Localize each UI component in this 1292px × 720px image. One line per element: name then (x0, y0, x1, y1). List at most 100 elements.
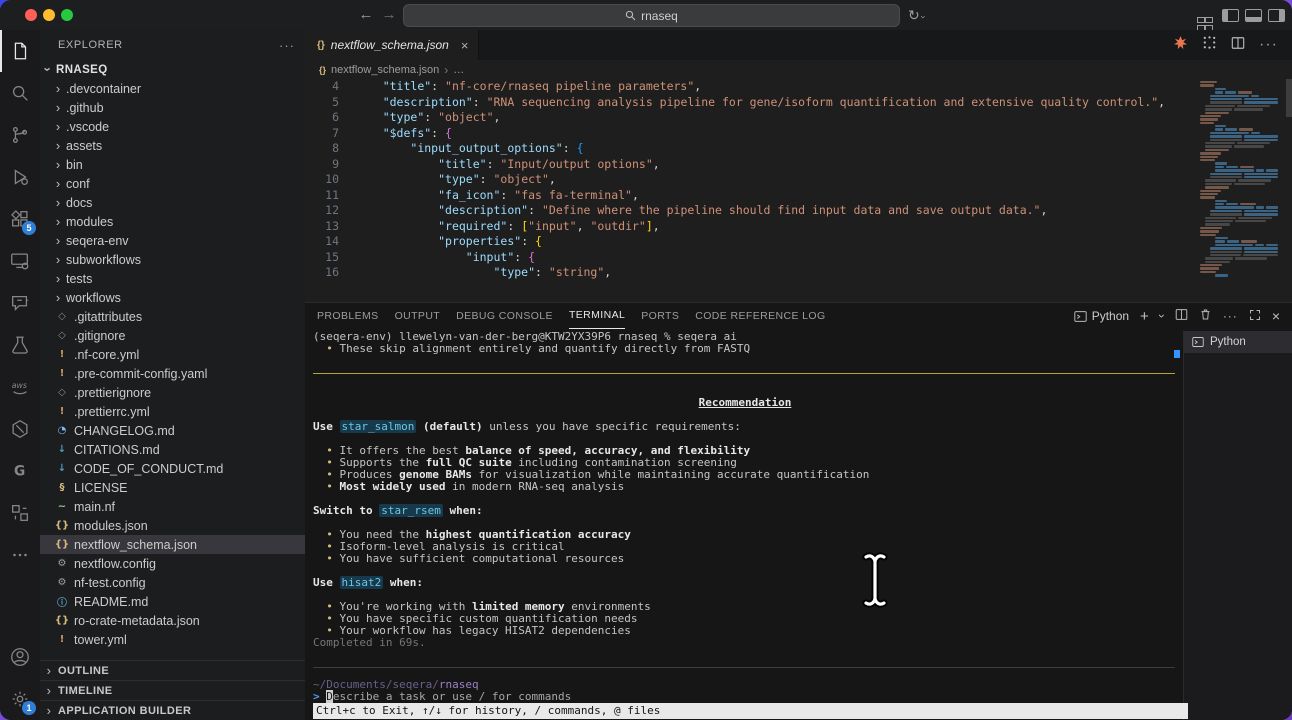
editor-more-actions-icon[interactable]: ··· (1259, 36, 1278, 54)
activity-source-control-icon[interactable] (0, 114, 40, 156)
tree-folder-.github[interactable]: ›.github (40, 98, 305, 117)
code-line-13[interactable]: 13 "required": ["input", "outdir"], (305, 219, 1292, 235)
tree-file-CHANGELOG.md[interactable]: ◔CHANGELOG.md (40, 421, 305, 440)
toggle-right-sidebar-icon[interactable] (1268, 9, 1285, 27)
tree-file-tower.yml[interactable]: !tower.yml (40, 630, 305, 649)
command-center-search[interactable]: rnaseq (403, 4, 900, 27)
activity-testing-icon[interactable] (0, 324, 40, 366)
sidebar-section-application-builder[interactable]: ›APPLICATION BUILDER (40, 700, 305, 720)
code-line-15[interactable]: 15 "input": { (305, 250, 1292, 266)
tree-file-nf-test.config[interactable]: ⚙nf-test.config (40, 573, 305, 592)
tree-folder-docs[interactable]: ›docs (40, 193, 305, 212)
maximize-panel-icon[interactable] (1249, 309, 1261, 324)
tree-file-main.nf[interactable]: ~main.nf (40, 497, 305, 516)
toggle-bottom-panel-icon[interactable] (1245, 9, 1262, 27)
close-panel-icon[interactable]: × (1272, 308, 1280, 324)
activity-gitlens-icon[interactable]: G (0, 450, 40, 492)
tree-file-.nf-core.yml[interactable]: !.nf-core.yml (40, 345, 305, 364)
panel-tab-code-reference-log[interactable]: CODE REFERENCE LOG (695, 304, 825, 329)
history-forward-button[interactable]: → (378, 4, 400, 26)
code-line-8[interactable]: 8 "input_output_options": { (305, 141, 1292, 157)
code-line-6[interactable]: 6 "type": "object", (305, 110, 1292, 126)
toggle-left-sidebar-icon[interactable] (1222, 9, 1239, 27)
breadcrumb[interactable]: {} nextflow_schema.json › … (305, 60, 1292, 79)
reload-window-icon[interactable]: ↻› (908, 7, 925, 24)
tab-nextflow-schema[interactable]: {} nextflow_schema.json × (305, 30, 479, 60)
code-line-9[interactable]: 9 "title": "Input/output options", (305, 157, 1292, 173)
tree-folder-bin[interactable]: ›bin (40, 155, 305, 174)
tree-file-CITATIONS.md[interactable]: ↓CITATIONS.md (40, 440, 305, 459)
tree-folder-subworkflows[interactable]: ›subworkflows (40, 250, 305, 269)
tree-folder-assets[interactable]: ›assets (40, 136, 305, 155)
new-terminal-icon[interactable]: + (1140, 308, 1149, 325)
prettier-format-icon[interactable] (1173, 35, 1188, 55)
code-line-5[interactable]: 5 "description": "RNA sequencing analysi… (305, 95, 1292, 111)
tree-file-.prettierrc.yml[interactable]: !.prettierrc.yml (40, 402, 305, 421)
panel-tab-debug-console[interactable]: DEBUG CONSOLE (456, 304, 553, 329)
activity-hexagon-tool-icon[interactable] (0, 408, 40, 450)
tree-file-.gitignore[interactable]: ◇.gitignore (40, 326, 305, 345)
tree-file-ro-crate-metadata.json[interactable]: {}ro-crate-metadata.json (40, 611, 305, 630)
tree-file-CODE_OF_CONDUCT.md[interactable]: ↓CODE_OF_CONDUCT.md (40, 459, 305, 478)
terminal-dropdown-chevron-icon[interactable]: › (1155, 314, 1169, 318)
tab-close-icon[interactable]: × (461, 38, 469, 53)
terminal-prompt-input[interactable]: > Describe a task or use / for commands (313, 691, 1177, 703)
activity-settings-icon[interactable]: 1 (0, 678, 40, 720)
tree-folder-.vscode[interactable]: ›.vscode (40, 117, 305, 136)
activity-search-icon[interactable] (0, 72, 40, 114)
split-terminal-icon[interactable] (1175, 308, 1188, 324)
tree-file-nextflow_schema.json[interactable]: {}nextflow_schema.json (40, 535, 305, 554)
tree-root-rnaseq[interactable]: ›RNASEQ (40, 60, 305, 79)
traffic-light-minimize[interactable] (43, 9, 55, 21)
activity-remote-explorer-icon[interactable] (0, 240, 40, 282)
tree-file-README.md[interactable]: ⓘREADME.md (40, 592, 305, 611)
activity-explorer-icon[interactable] (0, 30, 40, 72)
explorer-more-actions-icon[interactable]: ··· (279, 38, 295, 53)
tree-file-.pre-commit-config.yaml[interactable]: !.pre-commit-config.yaml (40, 364, 305, 383)
activity-account-icon[interactable] (0, 636, 40, 678)
sidebar-section-outline[interactable]: ›OUTLINE (40, 660, 305, 680)
terminal-output[interactable]: (seqera-env) llewelyn-van-der-berg@KTW2Y… (313, 331, 1177, 704)
activity-chat-icon[interactable] (0, 282, 40, 324)
terminal-list-item-python[interactable]: Python (1184, 331, 1292, 353)
tree-file-modules.json[interactable]: {}modules.json (40, 516, 305, 535)
code-editor[interactable]: 4 "title": "nf-core/rnaseq pipeline para… (305, 79, 1292, 302)
sidebar-section-timeline[interactable]: ›TIMELINE (40, 680, 305, 700)
tree-folder-tests[interactable]: ›tests (40, 269, 305, 288)
code-line-4[interactable]: 4 "title": "nf-core/rnaseq pipeline para… (305, 79, 1292, 95)
panel-tab-ports[interactable]: PORTS (641, 304, 679, 329)
traffic-light-zoom[interactable] (61, 9, 73, 21)
run-schema-icon[interactable] (1202, 35, 1217, 55)
tree-folder-modules[interactable]: ›modules (40, 212, 305, 231)
kill-terminal-icon[interactable] (1199, 308, 1212, 324)
tree-file-.gitattributes[interactable]: ◇.gitattributes (40, 307, 305, 326)
traffic-light-close[interactable] (25, 9, 37, 21)
history-back-button[interactable]: ← (355, 4, 377, 26)
panel-tab-output[interactable]: OUTPUT (395, 304, 441, 329)
tree-folder-seqera-env[interactable]: ›seqera-env (40, 231, 305, 250)
panel-tab-terminal[interactable]: TERMINAL (569, 303, 625, 329)
minimap[interactable] (1196, 81, 1278, 302)
activity-more-icon[interactable] (0, 534, 40, 576)
layout-grid-icon[interactable] (1197, 10, 1211, 31)
editor-scrollbar-thumb[interactable] (1286, 79, 1292, 117)
activity-aws-icon[interactable]: aws (0, 366, 40, 408)
code-line-11[interactable]: 11 "fa_icon": "fas fa-terminal", (305, 188, 1292, 204)
tree-folder-workflows[interactable]: ›workflows (40, 288, 305, 307)
code-line-16[interactable]: 16 "type": "string", (305, 265, 1292, 281)
tree-folder-conf[interactable]: ›conf (40, 174, 305, 193)
tree-file-nextflow.config[interactable]: ⚙nextflow.config (40, 554, 305, 573)
activity-extensions-icon[interactable]: 5 (0, 198, 40, 240)
code-line-14[interactable]: 14 "properties": { (305, 234, 1292, 250)
tree-file-.prettierignore[interactable]: ◇.prettierignore (40, 383, 305, 402)
panel-tab-problems[interactable]: PROBLEMS (317, 304, 379, 329)
tree-file-LICENSE[interactable]: §LICENSE (40, 478, 305, 497)
activity-snippets-icon[interactable] (0, 492, 40, 534)
split-editor-icon[interactable] (1231, 36, 1245, 55)
tree-folder-.devcontainer[interactable]: ›.devcontainer (40, 79, 305, 98)
code-line-12[interactable]: 12 "description": "Define where the pipe… (305, 203, 1292, 219)
panel-more-actions-icon[interactable]: ··· (1223, 309, 1238, 323)
code-line-10[interactable]: 10 "type": "object", (305, 172, 1292, 188)
activity-run-debug-icon[interactable] (0, 156, 40, 198)
code-line-7[interactable]: 7 "$defs": { (305, 126, 1292, 142)
